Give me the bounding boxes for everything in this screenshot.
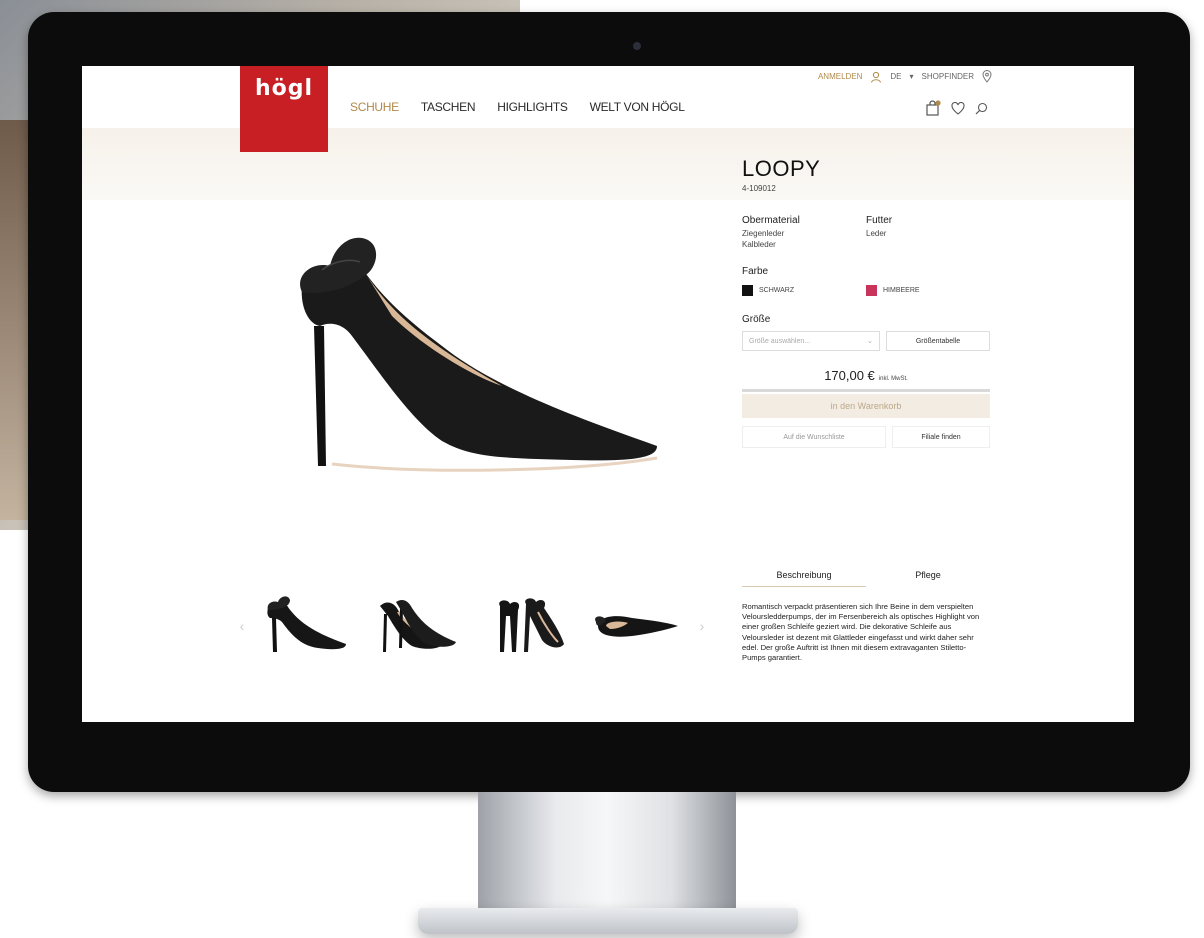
heart-icon[interactable] [951,101,965,115]
size-table-button[interactable]: Größentabelle [886,331,990,351]
color-option-label: SCHWARZ [759,287,795,294]
shoe-top-thumb [595,616,678,637]
shoe-pair-thumb [380,600,456,652]
chevron-down-icon: ▾ [909,72,914,81]
color-swatch [742,285,753,296]
header-icons [925,100,988,116]
color-swatch [866,285,877,296]
shoe-back-thumb [499,598,564,652]
product-price: 170,00 € [824,368,875,383]
chevron-down-icon: ⌄ [867,338,873,345]
product-sku: 4-109012 [742,184,776,193]
nav-item-taschen[interactable]: TASCHEN [421,100,476,114]
info-tabs: Beschreibung Pflege [742,570,990,587]
price-row: 170,00 € inkl. MwSt. [742,367,990,385]
secondary-actions: Auf die Wunschliste Filiale finden [742,426,990,448]
upper-material-label: Obermaterial [742,215,800,226]
color-option-label: HIMBEERE [883,287,920,294]
product-title: LOOPY [742,156,821,181]
color-label: Farbe [742,266,769,277]
thumbnail-shoe-back[interactable] [472,591,582,661]
monitor-stand [478,792,736,914]
search-icon[interactable] [975,102,988,115]
chevron-left-icon[interactable]: ‹ [232,618,252,634]
material-info: Obermaterial Ziegenleder Kalbleder Futte… [742,215,990,250]
upper-material: Obermaterial Ziegenleder Kalbleder [742,215,866,250]
add-to-cart-button[interactable]: in den Warenkorb [742,394,990,418]
upper-material-value: Ziegenleder [742,229,785,238]
size-row: Größe auswählen... ⌄ Größentabelle [742,331,990,351]
monitor-stand-base [418,908,798,934]
nav-item-welt-von-hoegl[interactable]: WELT VON HÖGL [590,100,685,114]
vat-note: inkl. MwSt. [878,376,908,382]
upper-material-value: Kalbleder [742,240,776,249]
location-pin-icon[interactable] [982,70,992,83]
nav-item-highlights[interactable]: HIGHLIGHTS [497,100,568,114]
shopping-bag-icon[interactable] [925,100,941,116]
tab-pflege[interactable]: Pflege [866,570,990,587]
language-select[interactable]: DE [890,72,901,81]
product-details: LOOPY 4-109012 Obermaterial Ziegenleder … [742,156,990,448]
thumbnail-shoe-pair[interactable] [362,591,472,661]
color-option-black[interactable]: SCHWARZ [742,285,866,296]
thumbnail-strip: ‹ › [232,586,722,666]
lining-value: Leder [866,229,887,238]
chevron-right-icon[interactable]: › [692,618,712,634]
wishlist-button[interactable]: Auf die Wunschliste [742,426,886,448]
product-description: Romantisch verpackt präsentieren sich Ih… [742,602,980,663]
size-select[interactable]: Größe auswählen... ⌄ [742,331,880,351]
top-bar: ANMELDEN DE ▾ SHOPFINDER [818,70,992,83]
lining-label: Futter [866,215,893,226]
size-label: Größe [742,314,771,325]
thumbnail-shoe-side[interactable] [252,591,362,661]
product-main-image[interactable] [272,226,662,476]
main-nav: SCHUHE TASCHEN HIGHLIGHTS WELT VON HÖGL [350,100,685,114]
screen: högl SCHUHE TASCHEN HIGHLIGHTS WELT VON … [82,66,1134,722]
shopfinder-link[interactable]: SHOPFINDER [922,72,974,81]
brand-logo[interactable]: högl [240,66,328,152]
color-option-raspberry[interactable]: HIMBEERE [866,285,990,296]
lining-material: Futter Leder [866,215,990,250]
shoe-side-thumb [267,596,346,652]
shoe-image [300,237,658,472]
tab-beschreibung[interactable]: Beschreibung [742,570,866,587]
price-divider [742,389,990,392]
size-placeholder: Größe auswählen... [749,337,811,345]
login-link[interactable]: ANMELDEN [818,72,862,81]
thumbnail-shoe-top[interactable] [582,591,692,661]
user-icon[interactable] [870,71,882,83]
camera-icon [633,42,641,50]
find-store-button[interactable]: Filiale finden [892,426,990,448]
color-options: SCHWARZ HIMBEERE [742,285,990,296]
nav-item-schuhe[interactable]: SCHUHE [350,100,399,114]
